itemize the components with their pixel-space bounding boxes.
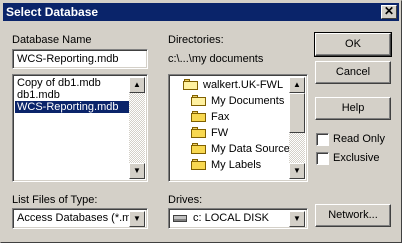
folder-icon xyxy=(191,127,207,139)
directory-item[interactable]: FW xyxy=(191,126,228,141)
folder-icon xyxy=(191,159,207,171)
scroll-up-icon[interactable]: ▲ xyxy=(289,77,305,93)
file-list-scrollbar[interactable]: ▲ ▼ xyxy=(129,77,145,179)
directory-item[interactable]: walkert.UK-FWL xyxy=(183,78,283,93)
directories-scrollbar[interactable]: ▲ ▼ xyxy=(289,77,305,179)
directory-item-label: FW xyxy=(211,127,229,139)
directory-item-label: My Labels xyxy=(211,159,262,171)
drives-select[interactable]: c: LOCAL DISK ▼ xyxy=(168,208,308,229)
drives-value: c: LOCAL DISK xyxy=(193,212,270,224)
directory-item-label: My Data Source xyxy=(211,143,290,155)
database-name-input[interactable]: WCS-Reporting.mdb xyxy=(12,49,148,69)
current-directory-path: c:\...\my documents xyxy=(168,53,264,65)
scrollbar-thumb[interactable] xyxy=(289,93,305,133)
directory-item[interactable]: My Data Source xyxy=(191,142,290,157)
ok-button[interactable]: OK xyxy=(314,32,392,57)
read-only-option[interactable]: Read Only xyxy=(316,132,385,146)
dropdown-arrow-icon[interactable]: ▼ xyxy=(129,211,145,227)
file-type-select[interactable]: Access Databases (*.m ▼ xyxy=(12,208,148,229)
directory-item[interactable]: My Documents xyxy=(191,94,284,109)
directory-item[interactable]: Fax xyxy=(191,110,229,125)
title-bar[interactable]: Select Database ✕ xyxy=(3,3,399,21)
exclusive-checkbox[interactable] xyxy=(316,151,329,165)
exclusive-option[interactable]: Exclusive xyxy=(316,151,379,165)
help-button[interactable]: Help xyxy=(315,97,391,120)
directories-label: Directories: xyxy=(168,34,224,46)
window-title: Select Database xyxy=(6,5,99,19)
directory-item[interactable]: My Labels xyxy=(191,158,261,173)
cancel-button[interactable]: Cancel xyxy=(315,61,391,84)
scroll-up-icon[interactable]: ▲ xyxy=(129,77,145,93)
hard-drive-icon xyxy=(173,214,187,222)
open-folder-icon xyxy=(183,79,199,91)
dropdown-arrow-icon[interactable]: ▼ xyxy=(289,211,305,227)
file-list-item-selected[interactable]: WCS-Reporting.mdb xyxy=(15,101,145,113)
file-type-label: List Files of Type: xyxy=(12,194,98,206)
exclusive-label: Exclusive xyxy=(333,152,380,164)
close-button[interactable]: ✕ xyxy=(381,5,397,19)
scroll-down-icon[interactable]: ▼ xyxy=(289,163,305,179)
network-button[interactable]: Network... xyxy=(315,204,391,227)
folder-icon xyxy=(191,111,207,123)
folder-icon xyxy=(191,143,207,155)
file-type-value: Access Databases (*.m xyxy=(17,212,132,224)
read-only-checkbox[interactable] xyxy=(316,132,329,146)
directory-item-label: Fax xyxy=(211,111,230,123)
read-only-label: Read Only xyxy=(333,133,385,145)
file-list-item[interactable]: Copy of db1.mdb xyxy=(15,77,145,89)
directory-item-label: walkert.UK-FWL xyxy=(203,79,284,91)
scroll-down-icon[interactable]: ▼ xyxy=(129,163,145,179)
database-file-list[interactable]: Copy of db1.mdb db1.mdb WCS-Reporting.md… xyxy=(12,74,148,182)
database-name-label: Database Name xyxy=(12,34,92,46)
select-database-dialog: Select Database ✕ Database Name WCS-Repo… xyxy=(0,0,402,243)
drives-label: Drives: xyxy=(168,194,203,206)
file-list-item[interactable]: db1.mdb xyxy=(15,89,145,101)
directory-item-label: My Documents xyxy=(211,95,285,107)
open-folder-icon xyxy=(191,95,207,107)
directories-tree[interactable]: walkert.UK-FWL My Documents Fax FW My Da… xyxy=(168,74,308,182)
